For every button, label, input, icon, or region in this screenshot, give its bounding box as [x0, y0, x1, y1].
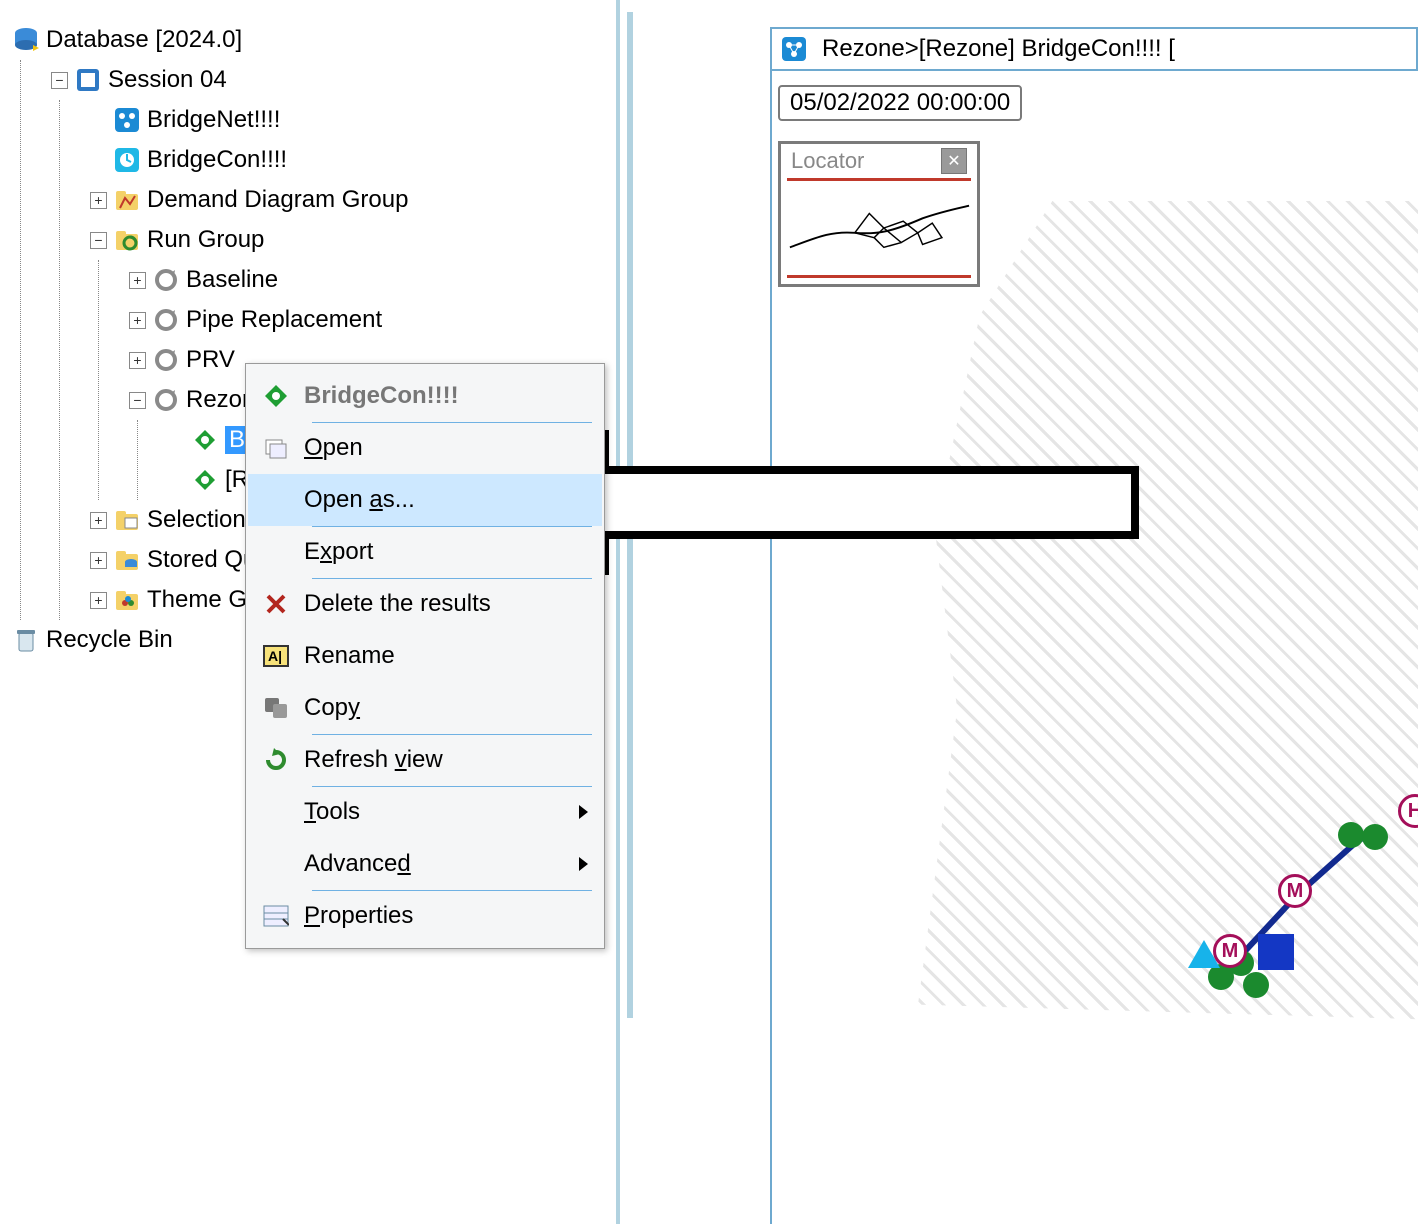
- properties-icon: [248, 905, 304, 927]
- tree-item-session[interactable]: − Session 04: [51, 60, 616, 100]
- tree-item-database[interactable]: Database [2024.0]: [12, 20, 616, 60]
- expand-icon[interactable]: +: [90, 552, 107, 569]
- menu-item-tools[interactable]: Tools: [248, 786, 602, 838]
- menu-item-refresh-view[interactable]: Refresh view: [248, 734, 602, 786]
- locator-minimap[interactable]: [787, 178, 971, 278]
- collapse-icon[interactable]: −: [90, 232, 107, 249]
- expand-icon[interactable]: +: [129, 312, 146, 329]
- tree-label: Recycle Bin: [46, 626, 173, 654]
- locator-title: Locator: [791, 148, 864, 174]
- tree-item-bridgenet[interactable]: BridgeNet!!!!: [90, 100, 616, 140]
- rename-icon: A|: [248, 645, 304, 667]
- tree-item-baseline[interactable]: + Baseline: [129, 260, 616, 300]
- menu-item-delete-results[interactable]: Delete the results: [248, 578, 602, 630]
- expand-icon[interactable]: +: [90, 592, 107, 609]
- simulation-timestamp[interactable]: 05/02/2022 00:00:00: [778, 85, 1022, 121]
- copy-icon: [248, 696, 304, 720]
- demand-group-icon: [113, 186, 141, 214]
- refresh-icon: [248, 748, 304, 772]
- tree-label: Database [2024.0]: [46, 26, 242, 54]
- panel-divider[interactable]: [627, 12, 633, 1018]
- tree-label: BridgeCon!!!!: [147, 146, 287, 174]
- run-icon: [152, 386, 180, 414]
- folder-theme-icon: [113, 586, 141, 614]
- menu-item-rename[interactable]: A| Rename: [248, 630, 602, 682]
- sim-icon: [248, 383, 304, 409]
- tree-label: Session 04: [108, 66, 227, 94]
- control-icon: [113, 146, 141, 174]
- reservoir-icon[interactable]: [1258, 934, 1294, 970]
- geoplan-canvas[interactable]: 05/02/2022 00:00:00 Locator ✕: [770, 71, 1418, 1224]
- pump-icon[interactable]: [1188, 940, 1220, 968]
- collapse-icon[interactable]: −: [129, 392, 146, 409]
- menu-item-properties[interactable]: Properties: [248, 890, 602, 942]
- folder-db-icon: [113, 546, 141, 574]
- expand-icon[interactable]: +: [129, 272, 146, 289]
- tree-item-run-group[interactable]: − Run Group: [90, 220, 616, 260]
- context-menu: BridgeCon!!!! Open Open as... Export Del…: [245, 363, 605, 949]
- sim-icon: [191, 426, 219, 454]
- tree-label: Run Group: [147, 226, 264, 254]
- context-menu-title: BridgeCon!!!!: [248, 370, 602, 422]
- svg-text:A|: A|: [268, 648, 282, 664]
- collapse-icon[interactable]: −: [51, 72, 68, 89]
- menu-item-open[interactable]: Open: [248, 422, 602, 474]
- network-icon: [113, 106, 141, 134]
- expand-icon[interactable]: +: [90, 512, 107, 529]
- folder-icon: [113, 506, 141, 534]
- network-icon: [780, 35, 808, 63]
- expand-icon[interactable]: +: [129, 352, 146, 369]
- menu-item-advanced[interactable]: Advanced: [248, 838, 602, 890]
- submenu-arrow-icon: [579, 857, 588, 871]
- delete-icon: [248, 593, 304, 615]
- geoplan-view-window: Rezone>[Rezone] BridgeCon!!!! [ 05/02/20…: [770, 27, 1418, 1224]
- tree-label: PRV: [186, 346, 235, 374]
- locator-panel: Locator ✕: [778, 141, 980, 287]
- menu-item-open-as[interactable]: Open as...: [248, 474, 602, 526]
- tree-item-demand-group[interactable]: + Demand Diagram Group: [90, 180, 616, 220]
- tree-label: BridgeNet!!!!: [147, 106, 280, 134]
- tree-label: Pipe Replacement: [186, 306, 382, 334]
- session-icon: [74, 66, 102, 94]
- tree-item-pipe-replacement[interactable]: + Pipe Replacement: [129, 300, 616, 340]
- tree-label: Baseline: [186, 266, 278, 294]
- geoplan-titlebar[interactable]: Rezone>[Rezone] BridgeCon!!!! [: [770, 27, 1418, 71]
- submenu-arrow-icon: [579, 805, 588, 819]
- open-icon: [248, 436, 304, 460]
- run-icon: [152, 266, 180, 294]
- geoplan-title: Rezone>[Rezone] BridgeCon!!!! [: [822, 35, 1175, 63]
- database-icon: [12, 26, 40, 54]
- expand-icon[interactable]: +: [90, 192, 107, 209]
- close-icon[interactable]: ✕: [941, 148, 967, 174]
- run-icon: [152, 306, 180, 334]
- network-objects[interactable]: H M M: [1088, 774, 1418, 1024]
- tree-item-bridgecon[interactable]: BridgeCon!!!!: [90, 140, 616, 180]
- recycle-bin-icon: [12, 626, 40, 654]
- m-node-icon[interactable]: M: [1278, 874, 1312, 908]
- menu-item-export[interactable]: Export: [248, 526, 602, 578]
- run-group-icon: [113, 226, 141, 254]
- tree-label: Demand Diagram Group: [147, 186, 408, 214]
- run-icon: [152, 346, 180, 374]
- menu-item-copy[interactable]: Copy: [248, 682, 602, 734]
- sim-icon: [191, 466, 219, 494]
